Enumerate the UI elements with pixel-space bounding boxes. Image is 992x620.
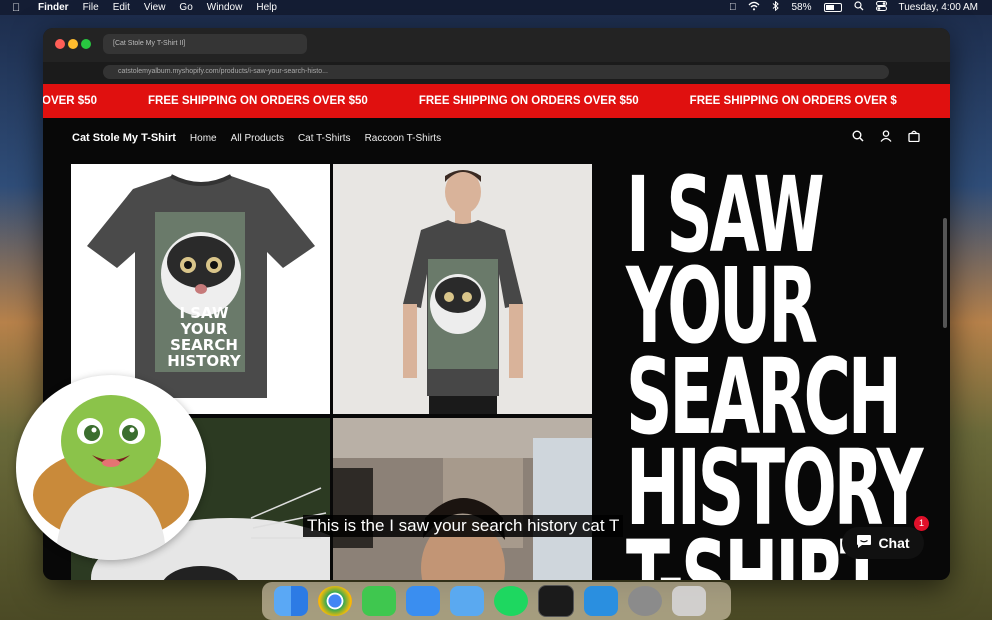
chat-button[interactable]: Chat (842, 527, 924, 559)
dock (262, 582, 731, 620)
menubar:  Finder File Edit View Go Window Help … (0, 0, 992, 15)
menu-window[interactable]: Window (207, 2, 243, 13)
banner-text: FREE SHIPPING ON ORDERS OVER $50 (147, 95, 368, 107)
browser-tab[interactable]: [Cat Stole My T-Shirt II] (103, 34, 307, 54)
mail-icon[interactable] (450, 586, 484, 616)
video-caption: This is the I saw your search history ca… (303, 515, 624, 537)
search-icon[interactable] (852, 129, 864, 147)
bluetooth-icon[interactable] (772, 0, 780, 14)
trash-icon[interactable] (672, 586, 706, 616)
vscode-icon[interactable] (584, 586, 618, 616)
product-image-model[interactable] (333, 164, 592, 414)
banner-text-partial: OVER $50 (43, 95, 97, 107)
cart-icon[interactable] (908, 129, 920, 147)
product-image-lifestyle[interactable] (333, 418, 592, 580)
account-icon[interactable] (880, 129, 892, 147)
menu-app-name[interactable]: Finder (38, 2, 69, 13)
close-window-button[interactable] (55, 39, 65, 49)
url-field[interactable]: catstolemyalbum.myshopify.com/products/i… (103, 65, 889, 79)
apple-menu-icon[interactable]:  (729, 2, 737, 13)
menu-file[interactable]: File (83, 2, 99, 13)
page-scrollbar[interactable] (943, 218, 947, 328)
terminal-icon[interactable] (538, 585, 574, 617)
banner-text: FREE SHIPPING ON ORDERS OVER $50 (418, 95, 639, 107)
battery-icon[interactable] (823, 3, 842, 12)
battery-percent: 58% (791, 2, 812, 13)
menu-help[interactable]: Help (256, 2, 277, 13)
maximize-window-button[interactable] (81, 39, 91, 49)
nav-link-raccoon-tshirts[interactable]: Raccoon T-Shirts (365, 133, 442, 144)
control-center-icon[interactable] (875, 1, 887, 14)
browser-titlebar: [Cat Stole My T-Shirt II] (43, 28, 950, 62)
menu-edit[interactable]: Edit (113, 2, 130, 13)
chat-notification-badge: 1 (914, 516, 929, 531)
finder-icon[interactable] (274, 586, 308, 616)
address-bar: catstolemyalbum.myshopify.com/products/i… (43, 62, 950, 84)
hero-title: I SAW YOUR SEARCH HISTORY T-SHIRT (626, 163, 923, 580)
chat-label: Chat (878, 535, 910, 551)
settings-icon[interactable] (628, 586, 662, 616)
header-icons (852, 129, 920, 147)
presenter-avatar (16, 375, 206, 560)
spotify-icon[interactable] (494, 586, 528, 616)
search-icon[interactable] (853, 1, 864, 14)
menubar-status-area:  58% Tuesday, 4:00 AM (729, 0, 979, 14)
announcement-banner: OVER $50 FREE SHIPPING ON ORDERS OVER $5… (43, 84, 950, 118)
wifi-icon[interactable] (748, 1, 760, 14)
minimize-window-button[interactable] (68, 39, 78, 49)
nav-link-cat-tshirts[interactable]: Cat T-Shirts (298, 133, 351, 144)
nav-link-all-products[interactable]: All Products (231, 133, 284, 144)
store-logo[interactable]: Cat Stole My T-Shirt (72, 132, 176, 144)
apple-icon[interactable]:  (12, 2, 26, 14)
clock[interactable]: Tuesday, 4:00 AM (899, 2, 979, 13)
messages-icon[interactable] (362, 586, 396, 616)
store-header: Cat Stole My T-Shirt Home All Products C… (43, 118, 950, 158)
banner-text: FREE SHIPPING ON ORDERS OVER $ (689, 95, 897, 107)
hero-line: T-SHIRT (626, 518, 884, 580)
chat-bubble-icon (856, 534, 872, 552)
menu-go[interactable]: Go (179, 2, 192, 13)
menu-view[interactable]: View (144, 2, 166, 13)
safari-icon[interactable] (406, 586, 440, 616)
nav-link-home[interactable]: Home (190, 133, 217, 144)
chrome-icon[interactable] (318, 586, 352, 616)
shirt-print-text: HISTORY (167, 352, 242, 370)
